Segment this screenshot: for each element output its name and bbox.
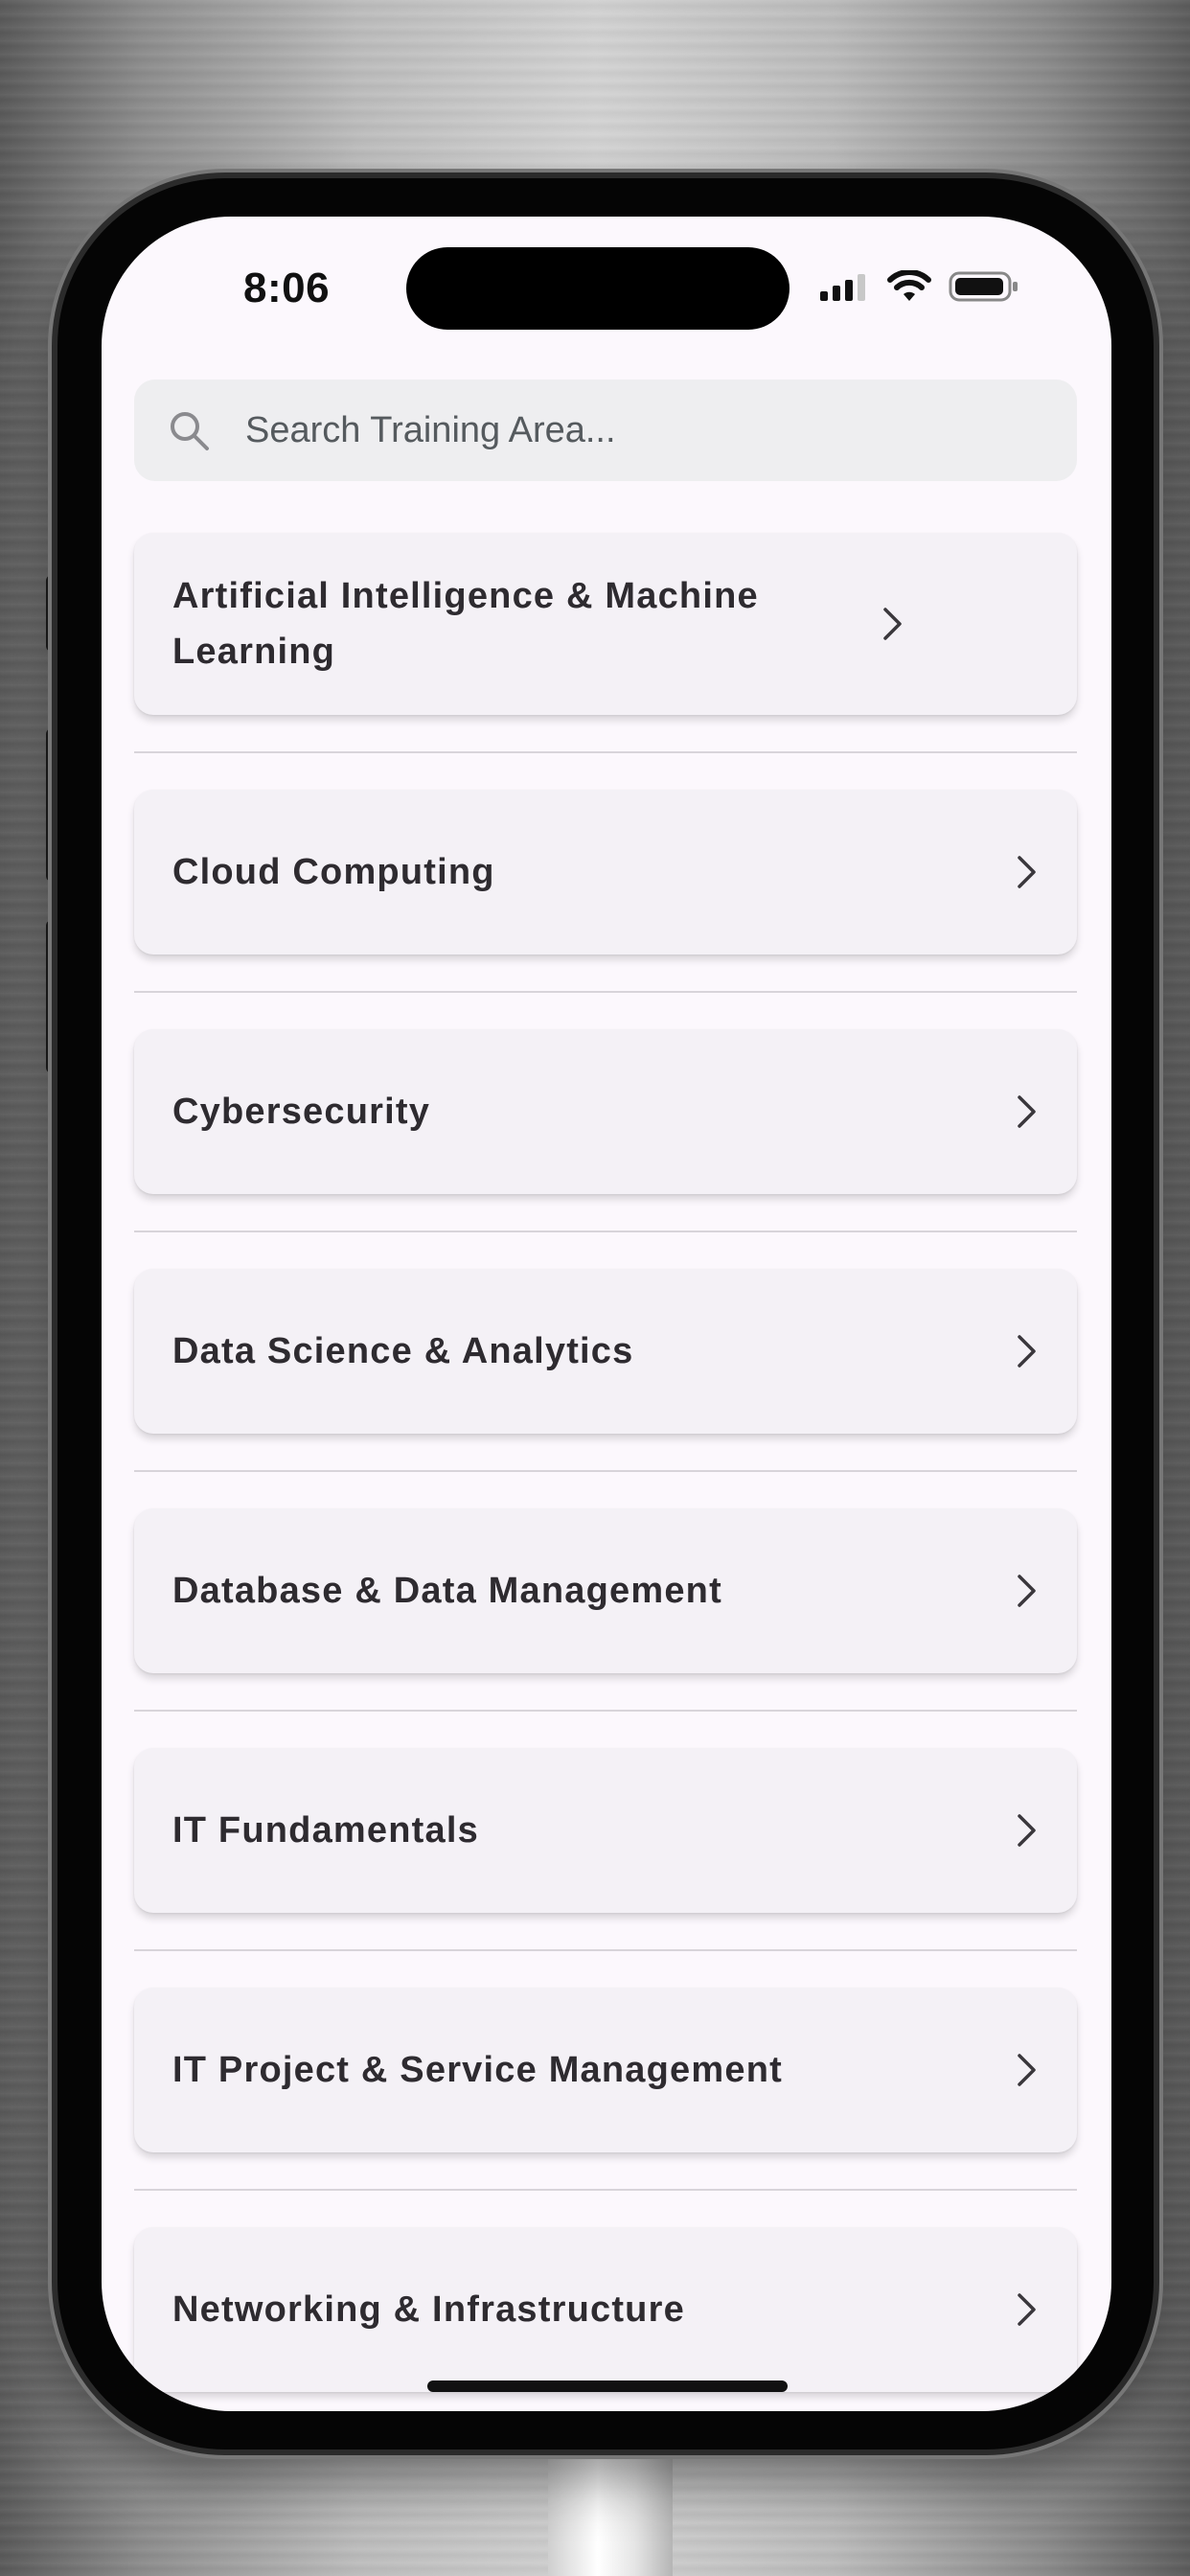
chevron-right-icon <box>1016 1094 1039 1129</box>
list-item-ai-ml[interactable]: Artificial Intelligence & Machine Learni… <box>134 533 1077 715</box>
battery-icon <box>949 270 1019 308</box>
chevron-right-icon <box>881 607 904 641</box>
chevron-right-icon <box>1016 1574 1039 1608</box>
status-bar: 8:06 <box>102 217 1111 360</box>
list-item-networking[interactable]: Networking & Infrastructure <box>134 2227 1077 2392</box>
status-icons <box>820 269 1019 308</box>
phone-screen: 8:06 Search Training Area... Artificial … <box>102 217 1111 2411</box>
list-item-label: IT Project & Service Management <box>172 2050 783 2090</box>
list-item-it-fundamentals[interactable]: IT Fundamentals <box>134 1748 1077 1913</box>
search-icon <box>167 408 211 452</box>
chevron-right-icon <box>1016 2053 1039 2087</box>
dynamic-island <box>406 247 790 330</box>
home-indicator[interactable] <box>427 2380 788 2392</box>
search-bar[interactable] <box>134 380 1077 481</box>
list-item-label: Cloud Computing <box>172 852 495 892</box>
status-time: 8:06 <box>243 264 331 311</box>
training-area-list: Artificial Intelligence & Machine Learni… <box>134 533 1077 2392</box>
chevron-right-icon <box>1016 855 1039 889</box>
chevron-right-icon <box>1016 2292 1039 2327</box>
list-item-project-management[interactable]: IT Project & Service Management <box>134 1988 1077 2152</box>
wifi-icon <box>887 269 931 308</box>
list-item-cybersecurity[interactable]: Cybersecurity <box>134 1029 1077 1194</box>
list-item-label: Artificial Intelligence & Machine Learni… <box>172 576 759 672</box>
chevron-right-icon <box>1016 1813 1039 1848</box>
cellular-signal-icon <box>820 272 870 306</box>
list-item-data-science[interactable]: Data Science & Analytics <box>134 1269 1077 1434</box>
list-item-label: IT Fundamentals <box>172 1810 479 1851</box>
search-input[interactable] <box>243 408 1033 452</box>
list-item-label: Cybersecurity <box>172 1092 431 1132</box>
list-item-cloud-computing[interactable]: Cloud Computing <box>134 790 1077 954</box>
charging-cable <box>548 2434 673 2576</box>
list-item-label: Database & Data Management <box>172 1571 722 1611</box>
list-item-label: Networking & Infrastructure <box>172 2289 685 2330</box>
list-item-database[interactable]: Database & Data Management <box>134 1508 1077 1673</box>
chevron-right-icon <box>1016 1334 1039 1368</box>
list-item-label: Data Science & Analytics <box>172 1331 634 1371</box>
